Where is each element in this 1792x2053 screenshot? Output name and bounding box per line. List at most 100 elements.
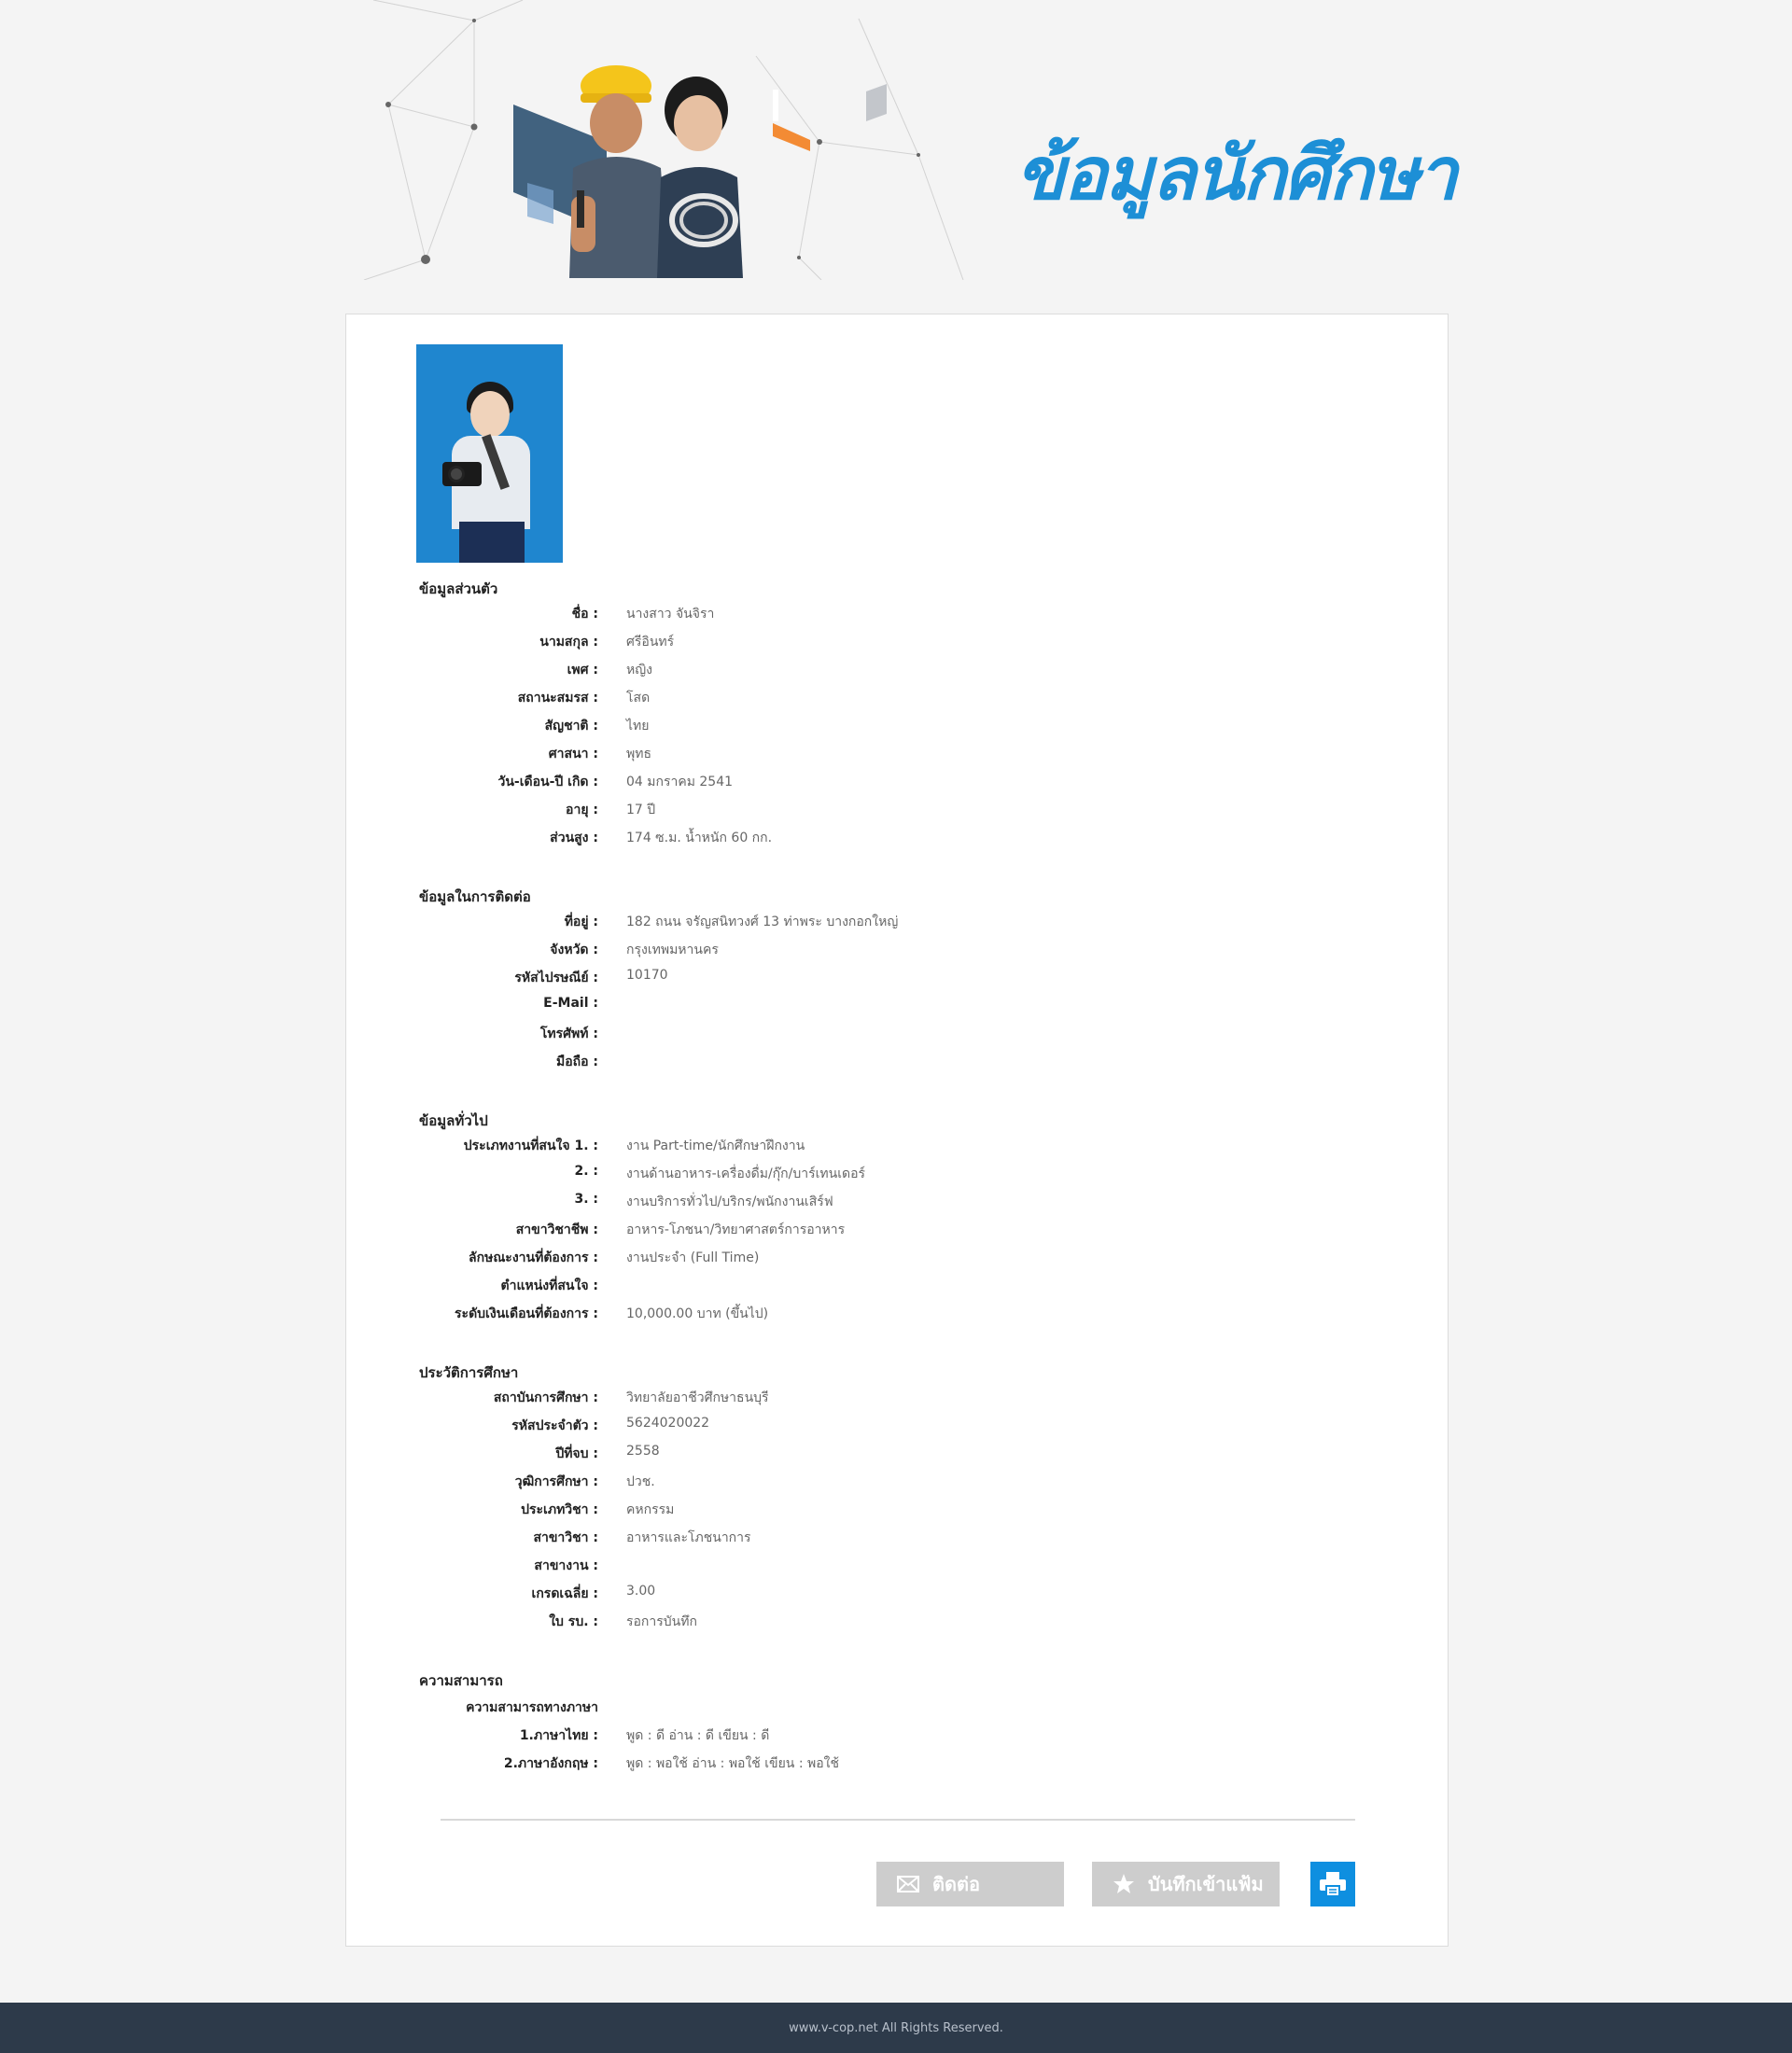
field-value: 5624020022	[626, 1416, 710, 1431]
field-label: 3. :	[574, 1192, 598, 1207]
field-label: สถาบันการศึกษา :	[493, 1390, 598, 1405]
general-row: ระดับเงินเดือนที่ต้องการ : 10,000.00 บาท …	[346, 1304, 1448, 1326]
field-label: มือถือ :	[556, 1054, 598, 1069]
field-value: งาน Part-time/นักศึกษาฝึกงาน	[626, 1138, 805, 1153]
star-icon	[1113, 1874, 1134, 1893]
personal-row: ชื่อ : นางสาว จันจิรา	[346, 604, 1448, 626]
field-label: ส่วนสูง :	[550, 831, 598, 845]
contact-row: E-Mail :	[346, 996, 1448, 1018]
field-value: กรุงเทพมหานคร	[626, 943, 719, 957]
section-title-personal: ข้อมูลส่วนตัว	[419, 580, 498, 597]
personal-row: อายุ : 17 ปี	[346, 800, 1448, 822]
student-photo	[416, 344, 563, 563]
field-value: 174 ซ.ม. น้ำหนัก 60 กก.	[626, 831, 773, 845]
field-label: ประเภทวิชา :	[521, 1502, 598, 1517]
general-row: 2. : งานด้านอาหาร-เครื่องดื่ม/กุ๊ก/บาร์เท…	[346, 1164, 1448, 1186]
field-label: E-Mail :	[543, 996, 598, 1011]
footer: www.v-cop.net All Rights Reserved.	[0, 2003, 1792, 2053]
field-value: หญิง	[626, 663, 652, 677]
field-label: สาขางาน :	[534, 1558, 598, 1573]
field-label: ชื่อ :	[571, 607, 598, 621]
field-label: เพศ :	[567, 663, 598, 677]
contact-row: รหัสไปรษณีย์ : 10170	[346, 968, 1448, 990]
field-label: ระดับเงินเดือนที่ต้องการ :	[455, 1306, 598, 1321]
field-label: 1.ภาษาไทย :	[519, 1728, 598, 1743]
education-row: วุฒิการศึกษา : ปวช.	[346, 1472, 1448, 1494]
field-value: รอการบันทึก	[626, 1614, 697, 1629]
field-value: 17 ปี	[626, 803, 656, 817]
personal-row: วัน-เดือน-ปี เกิด : 04 มกราคม 2541	[346, 772, 1448, 794]
field-value: งานประจำ (Full Time)	[626, 1250, 760, 1265]
field-label: 2.ภาษาอังกฤษ :	[503, 1756, 598, 1771]
field-value: 10170	[626, 968, 668, 983]
personal-row: นามสกุล : ศรีอินทร์	[346, 632, 1448, 654]
field-value: พุทธ	[626, 747, 652, 761]
mail-icon	[897, 1876, 919, 1892]
education-row: สาขาวิชา : อาหารและโภชนาการ	[346, 1528, 1448, 1550]
education-row: ใบ รบ. : รอการบันทึก	[346, 1612, 1448, 1634]
field-value: ไทย	[626, 719, 650, 733]
contact-button-label: ติดต่อ	[932, 1873, 980, 1895]
field-value: ปวช.	[626, 1474, 655, 1489]
section-title-education: ประวัติการศึกษา	[419, 1364, 519, 1381]
field-label: สาขาวิชาชีพ :	[515, 1222, 598, 1237]
contact-row: ที่อยู่ : 182 ถนน จรัญสนิทวงศ์ 13 ท่าพระ …	[346, 912, 1448, 934]
field-label: วุฒิการศึกษา :	[514, 1474, 598, 1489]
education-row: ประเภทวิชา : คหกรรม	[346, 1500, 1448, 1522]
ability-subtitle: ความสามารถทางภาษา	[466, 1700, 598, 1715]
section-title-general: ข้อมูลทั่วไป	[419, 1112, 488, 1129]
field-value: งานบริการทั่วไป/บริกร/พนักงานเสิร์ฟ	[626, 1194, 833, 1209]
field-value: โสด	[626, 691, 651, 705]
education-row: สถาบันการศึกษา : วิทยาลัยอาชีวศึกษาธนบุรี	[346, 1388, 1448, 1410]
field-label: เกรดเฉลี่ย :	[531, 1586, 598, 1601]
section-title-ability: ความสามารถ	[419, 1672, 503, 1689]
personal-row: สถานะสมรส : โสด	[346, 688, 1448, 710]
ability-row: 1.ภาษาไทย : พูด : ดี อ่าน : ดี เขียน : ดี	[346, 1725, 1448, 1748]
personal-row: ส่วนสูง : 174 ซ.ม. น้ำหนัก 60 กก.	[346, 828, 1448, 850]
field-value: วิทยาลัยอาชีวศึกษาธนบุรี	[626, 1390, 769, 1405]
contact-button[interactable]: ติดต่อ	[876, 1862, 1064, 1906]
page-title: ข้อมูลนักศึกษา	[1015, 133, 1458, 216]
ability-subtitle-row: ความสามารถทางภาษา	[346, 1697, 1448, 1720]
field-value: 2558	[626, 1444, 660, 1459]
personal-row: ศาสนา : พุทธ	[346, 744, 1448, 766]
contact-row: มือถือ :	[346, 1052, 1448, 1074]
general-row: 3. : งานบริการทั่วไป/บริกร/พนักงานเสิร์ฟ	[346, 1192, 1448, 1214]
field-label: ตำแหน่งที่สนใจ :	[500, 1278, 598, 1293]
field-label: นามสกุล :	[539, 635, 598, 649]
field-label: โทรศัพท์ :	[539, 1026, 598, 1041]
education-row: รหัสประจำตัว : 5624020022	[346, 1416, 1448, 1438]
field-value: พูด : พอใช้ อ่าน : พอใช้ เขียน : พอใช้	[626, 1756, 839, 1771]
printer-icon	[1320, 1872, 1346, 1897]
contact-row: โทรศัพท์ :	[346, 1024, 1448, 1046]
field-value: นางสาว จันจิรา	[626, 607, 715, 621]
header-banner: ข้อมูลนักศึกษา	[0, 0, 1792, 280]
field-label: สาขาวิชา :	[533, 1530, 598, 1545]
field-label: ลักษณะงานที่ต้องการ :	[469, 1250, 598, 1265]
field-label: จังหวัด :	[550, 943, 598, 957]
education-row: เกรดเฉลี่ย : 3.00	[346, 1584, 1448, 1606]
field-label: 2. :	[574, 1164, 598, 1179]
field-label: ประเภทงานที่สนใจ 1. :	[463, 1138, 598, 1153]
save-to-folder-button[interactable]: บันทึกเข้าแฟ้ม	[1092, 1862, 1280, 1906]
field-value: 3.00	[626, 1584, 656, 1599]
field-label: อายุ :	[566, 803, 598, 817]
field-label: วัน-เดือน-ปี เกิด :	[497, 775, 599, 789]
field-label: สถานะสมรส :	[517, 691, 598, 705]
field-label: ปีที่จบ :	[555, 1446, 598, 1461]
field-value: อาหารและโภชนาการ	[626, 1530, 751, 1545]
general-row: ลักษณะงานที่ต้องการ : งานประจำ (Full Time…	[346, 1248, 1448, 1270]
copyright-text: www.v-cop.net All Rights Reserved.	[789, 2020, 1003, 2035]
education-row: สาขางาน :	[346, 1556, 1448, 1578]
general-row: ตำแหน่งที่สนใจ :	[346, 1276, 1448, 1298]
general-row: สาขาวิชาชีพ : อาหาร-โภชนา/วิทยาศาสตร์การอ…	[346, 1220, 1448, 1242]
field-value: อาหาร-โภชนา/วิทยาศาสตร์การอาหาร	[626, 1222, 846, 1237]
field-value: 04 มกราคม 2541	[626, 775, 734, 789]
field-value: งานด้านอาหาร-เครื่องดื่ม/กุ๊ก/บาร์เทนเดอ…	[626, 1166, 865, 1181]
personal-row: สัญชาติ : ไทย	[346, 716, 1448, 738]
field-label: รหัสประจำตัว :	[511, 1418, 598, 1433]
student-profile-card: ข้อมูลส่วนตัว ชื่อ : นางสาว จันจิรานามสกุ…	[345, 314, 1449, 1947]
print-button[interactable]	[1310, 1862, 1355, 1906]
contact-row: จังหวัด : กรุงเทพมหานคร	[346, 940, 1448, 962]
field-value: พูด : ดี อ่าน : ดี เขียน : ดี	[626, 1728, 770, 1743]
